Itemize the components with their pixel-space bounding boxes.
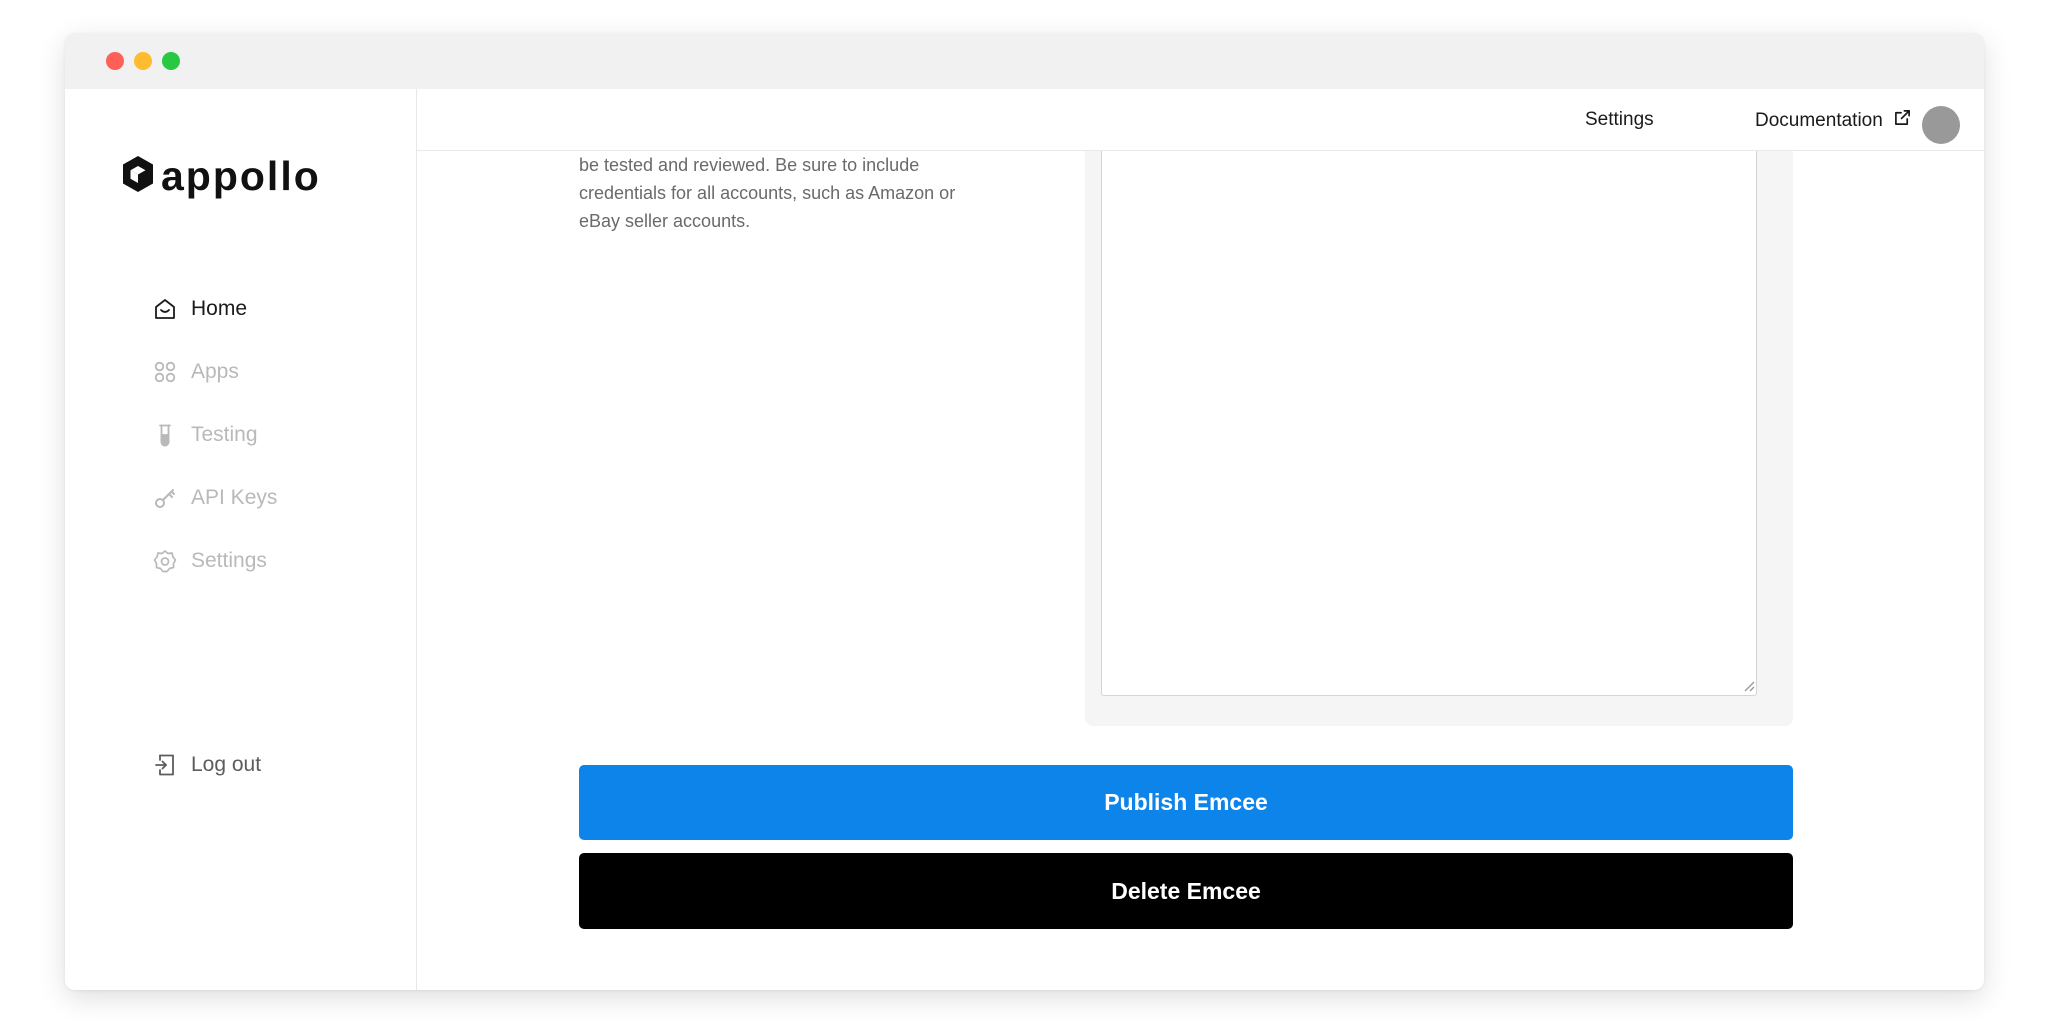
- logout-label: Log out: [191, 753, 262, 776]
- publish-button[interactable]: Publish Emcee: [579, 765, 1793, 840]
- credentials-description: be tested and reviewed. Be sure to inclu…: [579, 155, 956, 231]
- sidebar-item-label: Settings: [191, 548, 267, 572]
- credentials-panel: [1085, 151, 1793, 726]
- gear-icon: [153, 549, 177, 573]
- resize-handle-icon[interactable]: [1741, 678, 1755, 692]
- sidebar-item-label: Home: [191, 296, 248, 320]
- sidebar-item-home[interactable]: Home: [153, 277, 277, 340]
- avatar[interactable]: [1922, 106, 1960, 144]
- delete-button[interactable]: Delete Emcee: [579, 853, 1793, 929]
- documentation-label: Documentation: [1755, 109, 1883, 131]
- brand-logo[interactable]: appollo: [121, 153, 321, 200]
- sidebar-item-api-keys[interactable]: API Keys: [153, 466, 277, 529]
- sidebar-item-apps[interactable]: Apps: [153, 340, 277, 403]
- test-tube-icon: [153, 423, 177, 447]
- maximize-window-button[interactable]: [162, 52, 180, 70]
- title-bar: [65, 33, 1984, 89]
- external-link-icon: [1883, 109, 1911, 132]
- sidebar-item-testing[interactable]: Testing: [153, 403, 277, 466]
- settings-link[interactable]: Settings: [1585, 109, 1654, 131]
- sidebar-nav: Home Apps Testing API Keys Settings: [153, 277, 277, 592]
- appollo-logo-icon: [121, 155, 155, 198]
- apps-grid-icon: [153, 360, 177, 384]
- sidebar-item-settings[interactable]: Settings: [153, 529, 277, 592]
- brand-name: appollo: [161, 153, 321, 199]
- logout-button[interactable]: Log out: [153, 753, 261, 777]
- close-window-button[interactable]: [106, 52, 124, 70]
- sidebar: appollo Home Apps Testing API Keys Setti…: [65, 89, 417, 990]
- home-icon: [153, 297, 177, 321]
- main-content: be tested and reviewed. Be sure to inclu…: [417, 151, 1984, 990]
- key-icon: [153, 486, 177, 510]
- minimize-window-button[interactable]: [134, 52, 152, 70]
- top-bar: Settings Documentation: [417, 89, 1984, 151]
- sidebar-item-label: API Keys: [191, 485, 278, 509]
- sidebar-item-label: Apps: [191, 359, 239, 383]
- documentation-link[interactable]: Documentation: [1755, 109, 1911, 132]
- logout-icon: [153, 753, 177, 777]
- app-window: appollo Home Apps Testing API Keys Setti…: [65, 33, 1984, 990]
- credentials-textarea[interactable]: [1101, 151, 1757, 696]
- sidebar-item-label: Testing: [191, 422, 258, 446]
